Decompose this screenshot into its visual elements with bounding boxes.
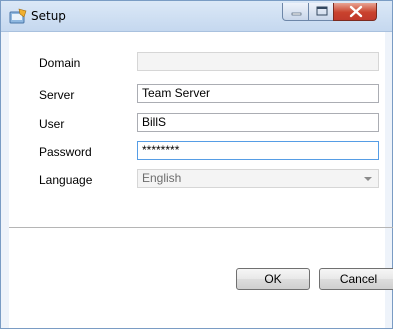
- setup-app-icon: [9, 8, 27, 24]
- language-label: Language: [39, 173, 93, 187]
- maximize-button[interactable]: [308, 3, 334, 21]
- close-button[interactable]: [333, 3, 377, 21]
- minimize-icon: [291, 12, 302, 16]
- server-label: Server: [39, 88, 75, 102]
- language-select[interactable]: English: [137, 169, 379, 188]
- maximize-icon: [316, 6, 328, 16]
- minimize-button[interactable]: [282, 3, 309, 21]
- divider: [9, 227, 393, 228]
- server-field[interactable]: Team Server: [137, 84, 379, 103]
- language-selected-value: English: [142, 171, 182, 185]
- user-field[interactable]: BillS: [137, 113, 379, 132]
- chevron-down-icon: [364, 177, 372, 181]
- window-title: Setup: [31, 9, 66, 23]
- close-icon: [349, 5, 363, 18]
- user-label: User: [39, 117, 65, 131]
- domain-label: Domain: [39, 56, 81, 70]
- dialog-content: Domain Server Team Server User BillS Pas…: [9, 32, 393, 328]
- password-label: Password: [39, 145, 92, 159]
- form-panel: Domain Server Team Server User BillS Pas…: [9, 32, 385, 224]
- setup-dialog: Setup Domain Server Team Server User Bil: [0, 0, 393, 329]
- ok-button[interactable]: OK: [236, 268, 310, 290]
- title-bar[interactable]: Setup: [1, 1, 392, 32]
- domain-field[interactable]: [137, 52, 379, 71]
- cancel-button[interactable]: Cancel: [319, 268, 393, 290]
- password-field[interactable]: ********: [137, 141, 379, 160]
